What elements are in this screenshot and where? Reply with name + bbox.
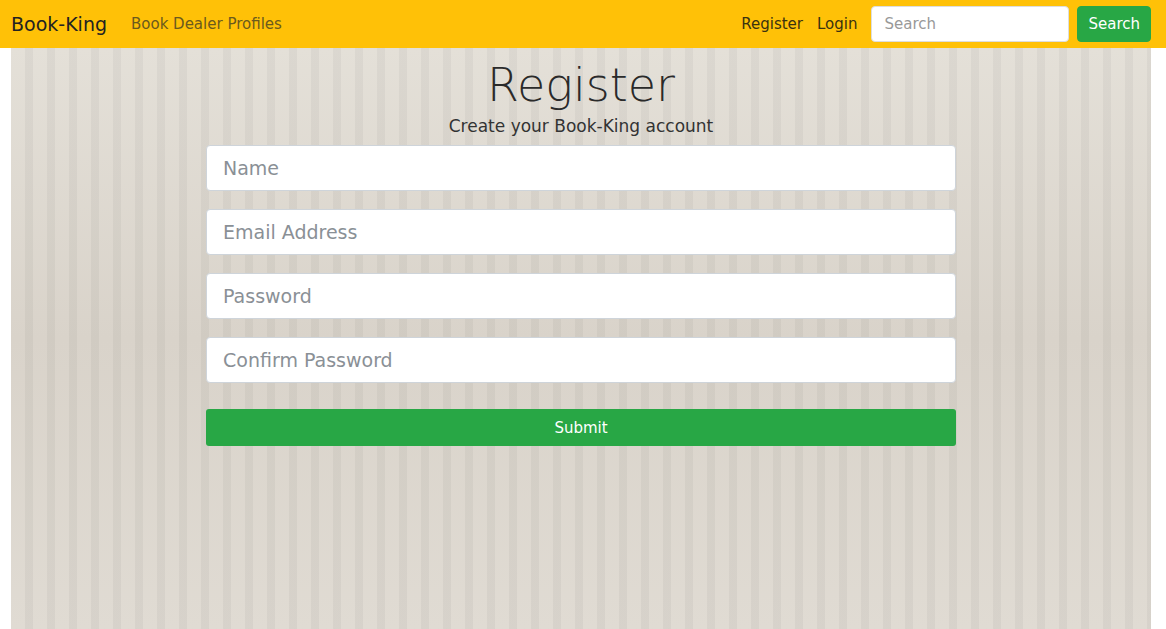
nav-link[interactable]: Book Dealer Profiles [131,15,282,33]
search-button[interactable]: Search [1077,6,1151,42]
register-form: Submit [206,145,956,446]
nav-right: Register Login Search [741,6,1151,42]
background-photo: RegisterCreate your Book-King account Sub… [11,48,1151,629]
nav-link[interactable]: Register [741,15,803,33]
form-field[interactable] [206,273,956,319]
form-field[interactable] [206,209,956,255]
page-title: Register [487,58,675,113]
form-field[interactable] [206,145,956,191]
form-field[interactable] [206,337,956,383]
page-subtitle: Create your Book-King account [449,115,714,137]
search-input[interactable] [871,6,1069,42]
navbar: Book-King Book Dealer Profiles Register Log… [0,0,1166,48]
brand-logo[interactable]: Book-King [11,13,107,35]
nav-link[interactable]: Login [817,15,857,33]
submit-button[interactable]: Submit [206,409,956,446]
